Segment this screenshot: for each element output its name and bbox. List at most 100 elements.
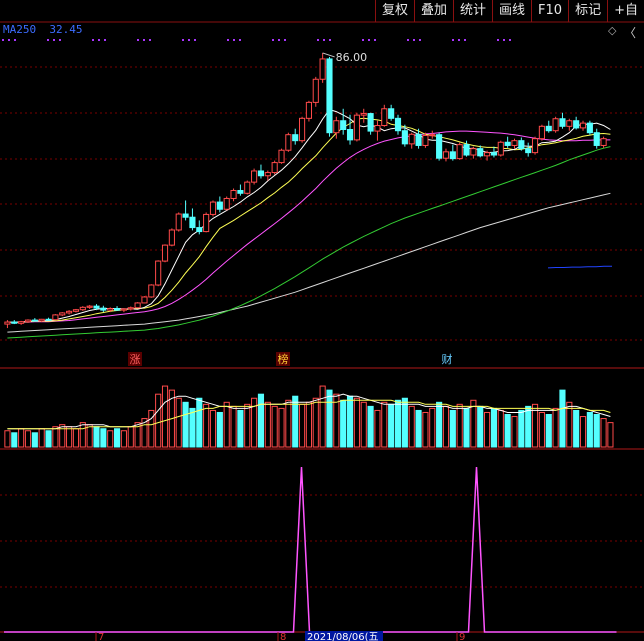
marker-dot [317,39,319,41]
candle-body [264,172,271,177]
marker-dot [407,39,409,41]
marker-dot [362,39,364,41]
candle-body [209,201,217,215]
ma250-line [7,192,611,333]
marker-dot [233,39,235,41]
volume-bar [600,418,607,448]
volume-bar [216,411,223,448]
candle-body [353,114,360,141]
volume-bar [52,426,59,448]
candle-body [155,260,162,286]
candle-body [292,134,299,142]
candle-body [196,227,203,233]
marker-dot [149,39,151,41]
marker-dot [323,39,325,41]
candle-body [463,144,470,156]
volume-bar [31,432,38,448]
candle-body [490,152,498,156]
candle-body [422,134,429,146]
candle-body [552,118,559,132]
ma-extra-line [547,265,612,269]
volume-bar [408,405,415,448]
volume-bar [422,411,429,448]
volume-bar [72,428,80,448]
volume-bar [490,407,498,448]
candle-body [285,134,292,151]
volume-bar [155,393,162,448]
candle-body [470,148,477,156]
stock-chart[interactable]: 86.00 涨 榜 财 7 8 9 2021/08/06(五 [0,0,644,641]
volume-bar [203,403,210,448]
candle-body [305,101,312,119]
volume-bar [4,430,11,448]
volume-bar [244,403,251,448]
candle-body [381,108,388,127]
candle-body [600,138,607,146]
candle-body [333,120,340,134]
x-tick-label: 7 [98,632,104,641]
event-marker: 榜 [278,352,289,366]
candle-body [477,148,484,157]
candle-body [518,140,525,150]
candle-body [326,58,333,134]
candle-body [107,308,114,311]
volume-bar [79,422,86,448]
candle-body [504,141,511,146]
candle-body [374,125,381,132]
marker-dot [368,39,370,41]
peak-label: 86.00 [336,51,368,64]
candle-body [593,132,600,146]
candle-body [360,113,367,116]
candle-body [168,229,175,246]
volume-bar [18,428,25,448]
candle-body [86,305,93,308]
volume-bar [415,409,422,448]
volume-bar [86,424,93,448]
volume-bar [230,405,237,448]
volume-bar [319,385,326,448]
volume-bar [573,409,580,448]
volume-bar [113,428,121,448]
candle-body [4,321,11,325]
candle-body [189,216,196,229]
volume-bar [59,424,66,448]
volume-bar [566,401,573,448]
candle-body [511,140,518,146]
x-tick-label: 9 [459,632,465,641]
volume-bar [264,401,271,448]
candle-body [566,120,573,127]
indicator-line [4,466,617,633]
volume-bar [196,397,203,448]
volume-bar [161,385,169,448]
candle-body [216,201,223,210]
marker-dot [47,39,49,41]
marker-dot [458,39,460,41]
candle-body [230,190,237,199]
ma20-line [7,130,611,323]
marker-dot [53,39,55,41]
volume-bar [24,430,32,448]
x-tick-label: 8 [280,632,286,641]
volume-bar [182,401,189,448]
candle-body [52,314,59,321]
volume-bar [100,428,107,448]
volume-bar [11,432,18,448]
volume-bar [442,405,450,448]
marker-dot [182,39,184,41]
candle-body [148,284,155,298]
candle-body [182,213,189,218]
candle-body [436,134,443,159]
candle-body [18,321,25,324]
marker-dot [92,39,94,41]
marker-dot [272,39,274,41]
volume-bar [340,399,347,448]
candle-body [388,108,395,119]
volume-bar [299,403,306,448]
volume-bar [545,414,552,448]
candle-body [223,197,230,210]
candle-body [408,133,415,145]
volume-bar [497,409,504,448]
marker-dot [497,39,499,41]
volume-bar [189,407,196,448]
volume-bar [93,426,100,448]
